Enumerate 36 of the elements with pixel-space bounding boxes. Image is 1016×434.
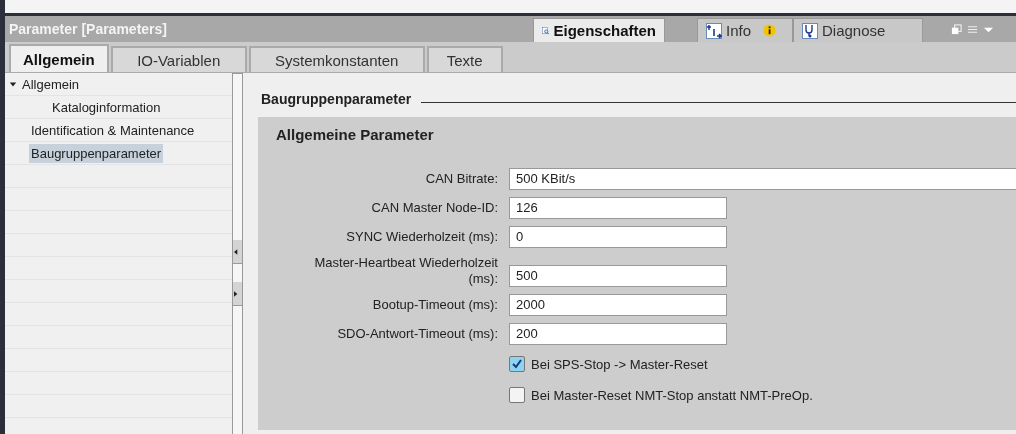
field-label: Master-Heartbeat Wiederholzeit (ms): (313, 255, 498, 287)
restore-icon[interactable] (951, 23, 962, 35)
panel-title: Parameter [Parameters] (8, 21, 168, 37)
tree-item[interactable]: Allgemein (20, 74, 82, 94)
field-label: CAN Bitrate: (425, 171, 498, 187)
tree-item[interactable]: Identification & Maintenance (29, 120, 197, 140)
checkbox[interactable] (509, 356, 525, 372)
checkbox-label: Bei SPS-Stop -> Master-Reset (531, 356, 708, 372)
input-field[interactable]: 2000 (509, 294, 727, 316)
expand-triangle-icon[interactable] (9, 80, 17, 88)
field-label: SDO-Antwort-Timeout (ms): (337, 326, 498, 342)
expand-right-icon[interactable] (233, 282, 242, 306)
collapse-left-icon[interactable] (233, 240, 242, 264)
list-icon[interactable] (967, 23, 978, 35)
field-label: CAN Master Node-ID: (371, 200, 498, 216)
input-field[interactable]: 200 (509, 323, 727, 345)
tree-item[interactable]: Kataloginformation (9, 97, 163, 117)
input-field[interactable]: 126 (509, 197, 727, 219)
tab[interactable]: Texte (426, 46, 503, 72)
tab[interactable]: IO-Variablen (110, 46, 247, 72)
inspector-tab[interactable]: Diagnose (793, 18, 923, 42)
field-label: SYNC Wiederholzeit (ms): (346, 229, 498, 245)
tab[interactable]: Allgemein (9, 44, 109, 72)
stethoscope-icon (802, 22, 818, 39)
inspector-tab[interactable]: Eigenschaften (533, 18, 665, 42)
section-title: Baugruppenparameter (261, 91, 412, 107)
tree-item[interactable]: Baugruppenparameter (29, 143, 164, 163)
checkbox-label: Bei Master-Reset NMT-Stop anstatt NMT-PreOp. (531, 387, 813, 403)
input-field[interactable]: 500 (509, 265, 727, 287)
select-field[interactable]: 500 KBit/s (509, 168, 1016, 190)
field-label: Bootup-Timeout (ms): (372, 297, 498, 313)
group-title: Allgemeine Parameter (276, 126, 435, 145)
checkbox[interactable] (509, 387, 525, 403)
inspector-tab[interactable]: Info (697, 18, 793, 42)
tab[interactable]: Systemkonstanten (248, 46, 425, 72)
input-field[interactable]: 0 (509, 226, 727, 248)
